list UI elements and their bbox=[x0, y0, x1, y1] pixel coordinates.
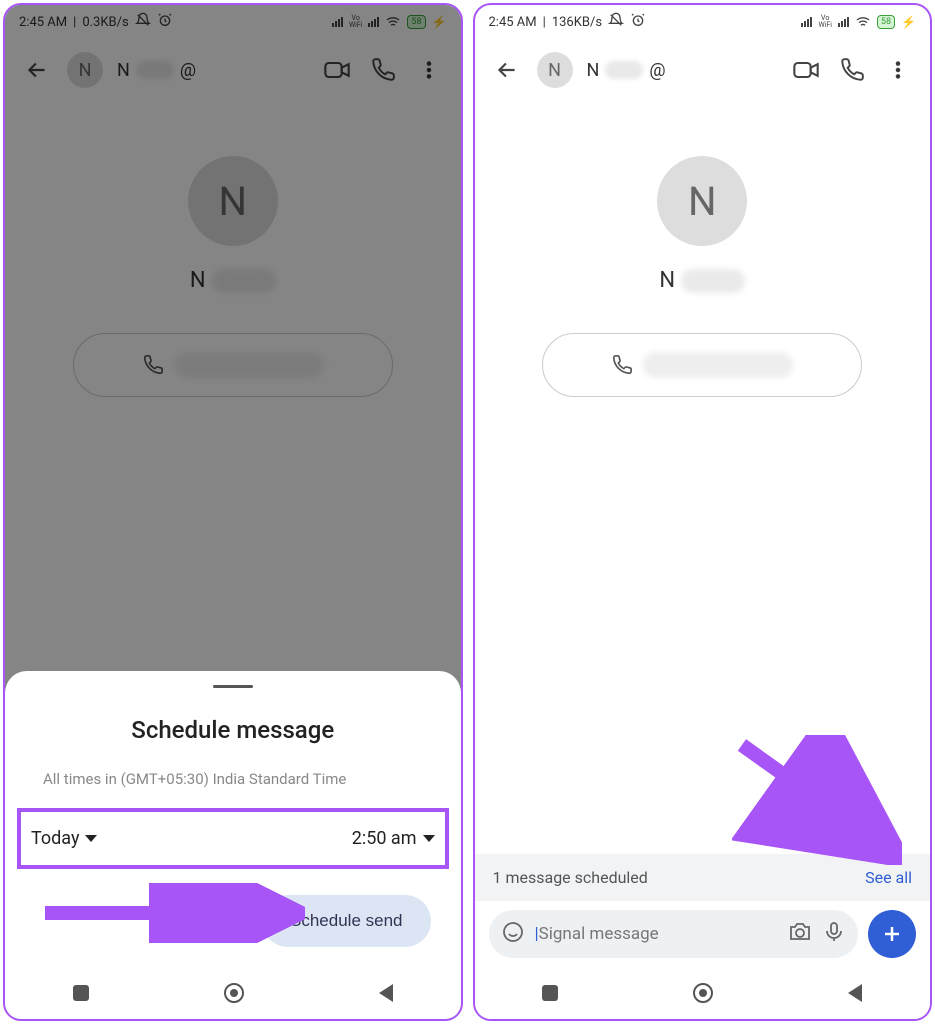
status-bar: 2:45 AM | 136KB/s VoWiFi 58 ⚡ bbox=[475, 5, 931, 36]
vowifi-icon: VoWiFi bbox=[349, 15, 362, 29]
battery-icon: 58 bbox=[407, 15, 425, 29]
sheet-title: Schedule message bbox=[29, 716, 437, 744]
back-icon[interactable] bbox=[21, 54, 53, 86]
redacted-text bbox=[643, 352, 793, 378]
alarm-icon bbox=[157, 12, 173, 32]
redacted-text bbox=[605, 61, 643, 79]
avatar-small[interactable]: N bbox=[67, 52, 103, 88]
nav-recent-icon[interactable] bbox=[73, 985, 89, 1001]
right-screenshot: 2:45 AM | 136KB/s VoWiFi 58 ⚡ N N @ bbox=[473, 3, 933, 1021]
see-all-link[interactable]: See all bbox=[865, 868, 912, 887]
vowifi-icon: VoWiFi bbox=[818, 15, 831, 29]
status-time: 2:45 AM bbox=[489, 15, 537, 30]
nav-recent-icon[interactable] bbox=[542, 985, 558, 1001]
redacted-text bbox=[212, 269, 276, 293]
more-icon[interactable] bbox=[413, 54, 445, 86]
contact-name-mini[interactable]: N @ bbox=[117, 60, 196, 81]
phone-icon bbox=[142, 354, 164, 376]
add-button[interactable] bbox=[868, 910, 916, 958]
chat-topbar: N N @ bbox=[5, 36, 461, 96]
camera-icon[interactable] bbox=[788, 920, 812, 949]
chevron-down-icon bbox=[85, 835, 97, 842]
video-call-icon[interactable] bbox=[790, 54, 822, 86]
android-navbar bbox=[475, 967, 931, 1019]
phone-number-pill[interactable] bbox=[73, 333, 393, 397]
android-navbar bbox=[5, 967, 461, 1019]
date-dropdown[interactable]: Today bbox=[31, 828, 97, 849]
avatar-small[interactable]: N bbox=[537, 52, 573, 88]
status-bar: 2:45 AM | 0.3KB/s VoWiFi 58 ⚡ bbox=[5, 5, 461, 36]
signal-icon bbox=[801, 17, 812, 27]
redacted-text bbox=[136, 61, 174, 79]
signal-icon bbox=[838, 17, 849, 27]
battery-icon: 58 bbox=[877, 15, 895, 29]
wifi-icon bbox=[385, 14, 401, 30]
status-time: 2:45 AM bbox=[19, 15, 67, 30]
schedule-sheet: Schedule message All times in (GMT+05:30… bbox=[5, 671, 461, 968]
redacted-text bbox=[174, 352, 324, 378]
profile-area: N N bbox=[475, 96, 931, 417]
signal-icon bbox=[368, 17, 379, 27]
datetime-picker-row: Today 2:50 am bbox=[17, 808, 449, 869]
voice-call-icon[interactable] bbox=[367, 54, 399, 86]
status-speed: 0.3KB/s bbox=[82, 15, 128, 30]
chat-topbar: N N @ bbox=[475, 36, 931, 96]
message-placeholder: Signal message bbox=[539, 924, 659, 944]
avatar-large[interactable]: N bbox=[657, 156, 747, 246]
nav-back-icon[interactable] bbox=[379, 984, 393, 1002]
chevron-down-icon bbox=[423, 835, 435, 842]
phone-icon bbox=[611, 354, 633, 376]
voice-call-icon[interactable] bbox=[836, 54, 868, 86]
scheduled-text: 1 message scheduled bbox=[493, 868, 648, 887]
nav-back-icon[interactable] bbox=[848, 984, 862, 1002]
annotation-arrow bbox=[732, 735, 902, 869]
nav-home-icon[interactable] bbox=[224, 983, 244, 1003]
dnd-icon bbox=[135, 12, 151, 32]
message-input[interactable]: | Signal message bbox=[489, 910, 859, 958]
more-icon[interactable] bbox=[882, 54, 914, 86]
alarm-icon bbox=[630, 12, 646, 32]
redacted-text bbox=[681, 269, 745, 293]
left-screenshot: 2:45 AM | 0.3KB/s VoWiFi 58 ⚡ N N @ bbox=[3, 3, 463, 1021]
scheduled-banner: 1 message scheduled See all bbox=[475, 854, 931, 901]
emoji-icon[interactable] bbox=[501, 920, 525, 949]
back-icon[interactable] bbox=[491, 54, 523, 86]
phone-number-pill[interactable] bbox=[542, 333, 862, 397]
profile-area: N N bbox=[5, 96, 461, 417]
contact-name: N bbox=[190, 268, 276, 293]
mic-icon[interactable] bbox=[822, 920, 846, 949]
contact-name-mini[interactable]: N @ bbox=[587, 60, 666, 81]
time-dropdown[interactable]: 2:50 am bbox=[352, 828, 435, 849]
dnd-icon bbox=[608, 12, 624, 32]
status-speed: 136KB/s bbox=[552, 15, 602, 30]
nav-home-icon[interactable] bbox=[693, 983, 713, 1003]
composer: | Signal message bbox=[475, 901, 931, 967]
video-call-icon[interactable] bbox=[321, 54, 353, 86]
sheet-handle[interactable] bbox=[213, 685, 253, 688]
contact-name: N bbox=[659, 268, 745, 293]
wifi-icon bbox=[855, 14, 871, 30]
avatar-large[interactable]: N bbox=[188, 156, 278, 246]
schedule-send-button[interactable]: Schedule send bbox=[262, 895, 430, 947]
signal-icon bbox=[332, 17, 343, 27]
sheet-subtitle: All times in (GMT+05:30) India Standard … bbox=[43, 768, 423, 791]
